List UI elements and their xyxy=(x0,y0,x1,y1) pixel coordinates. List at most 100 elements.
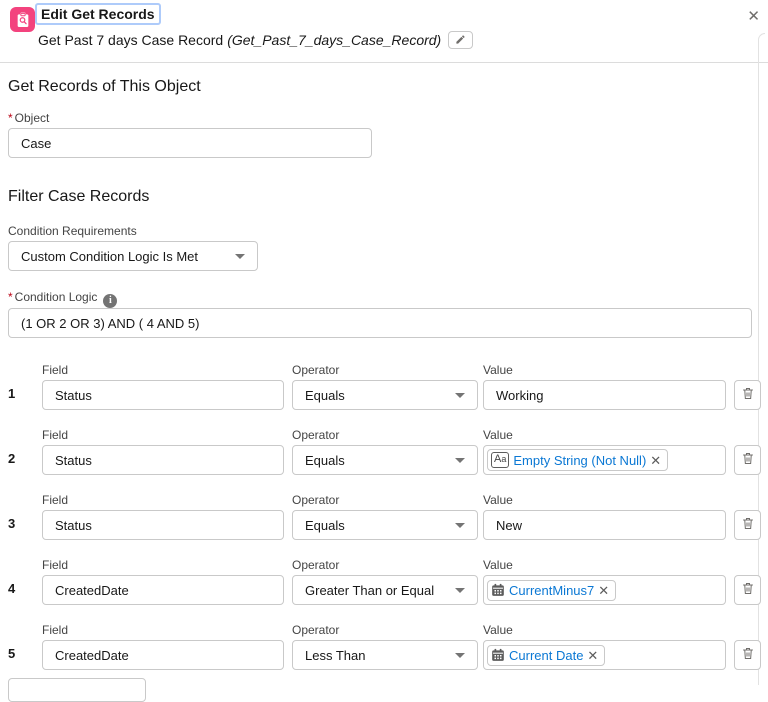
condition-logic-label: * Condition Logic i xyxy=(8,290,118,308)
condition-requirements-value: Custom Condition Logic Is Met xyxy=(21,248,199,264)
value-label: Value xyxy=(483,428,513,442)
condition-row: 5 Field CreatedDate Operator Less Than V… xyxy=(0,618,768,683)
value-text: Working xyxy=(496,387,544,403)
pill-label: CurrentMinus7 xyxy=(509,582,595,598)
field-label: Field xyxy=(42,493,69,507)
pill-label: Empty String (Not Null) xyxy=(513,452,647,468)
text-type-icon: Aa xyxy=(491,452,510,468)
field-input[interactable]: CreatedDate xyxy=(42,640,284,670)
operator-value: Equals xyxy=(305,387,345,403)
field-label: Field xyxy=(42,623,69,637)
value-input[interactable]: CurrentMinus7 ✕ xyxy=(483,575,726,605)
trash-icon xyxy=(742,387,754,403)
delete-condition-button[interactable] xyxy=(734,510,761,540)
required-asterisk: * xyxy=(8,290,13,304)
operator-value: Less Than xyxy=(305,647,366,663)
condition-row: 2 Field Status Operator Equals Value Aa E… xyxy=(0,423,768,488)
operator-label: Operator xyxy=(292,363,340,377)
value-input[interactable]: New xyxy=(483,510,726,540)
field-value: Status xyxy=(55,387,92,403)
field-value: CreatedDate xyxy=(55,647,129,663)
value-pill[interactable]: Current Date ✕ xyxy=(487,644,606,666)
value-input[interactable]: Aa Empty String (Not Null) ✕ xyxy=(483,445,726,475)
delete-condition-button[interactable] xyxy=(734,380,761,410)
remove-pill-icon[interactable]: ✕ xyxy=(650,454,661,467)
operator-value: Greater Than or Equal xyxy=(305,582,435,598)
value-input[interactable]: Current Date ✕ xyxy=(483,640,726,670)
pencil-icon xyxy=(455,33,466,48)
element-label: Get Past 7 days Case Record xyxy=(38,32,224,49)
field-input[interactable]: CreatedDate xyxy=(42,575,284,605)
delete-condition-button[interactable] xyxy=(734,445,761,475)
element-label-row: Get Past 7 days Case Record (Get_Past_7_… xyxy=(38,31,474,50)
pill-label: Current Date xyxy=(509,647,584,663)
info-icon[interactable]: i xyxy=(103,294,118,308)
field-value: Status xyxy=(55,517,92,533)
field-input[interactable]: Status xyxy=(42,510,284,540)
remove-pill-icon[interactable]: ✕ xyxy=(587,649,598,662)
operator-select[interactable]: Greater Than or Equal xyxy=(292,575,478,605)
trash-icon xyxy=(742,582,754,598)
remove-pill-icon[interactable]: ✕ xyxy=(598,584,609,597)
add-condition-button[interactable] xyxy=(8,678,146,702)
dialog-header: Edit Get Records Get Past 7 days Case Re… xyxy=(0,0,768,63)
condition-row: 1 Field Status Operator Equals Value Wor… xyxy=(0,358,768,423)
field-input[interactable]: Status xyxy=(42,445,284,475)
calendar-icon xyxy=(491,583,505,597)
operator-label: Operator xyxy=(292,493,340,507)
chevron-down-icon xyxy=(455,457,465,463)
operator-label: Operator xyxy=(292,558,340,572)
trash-icon xyxy=(742,517,754,533)
value-label: Value xyxy=(483,623,513,637)
chevron-down-icon xyxy=(455,522,465,528)
dialog-title: Edit Get Records xyxy=(35,3,161,25)
operator-value: Equals xyxy=(305,517,345,533)
operator-select[interactable]: Equals xyxy=(292,445,478,475)
field-label: Field xyxy=(42,558,69,572)
element-api-name: (Get_Past_7_days_Case_Record) xyxy=(227,32,442,49)
condition-row: 4 Field CreatedDate Operator Greater Tha… xyxy=(0,553,768,618)
edit-label-button[interactable] xyxy=(448,31,474,50)
required-asterisk: * xyxy=(8,111,13,125)
condition-row-number: 3 xyxy=(8,516,16,531)
value-input[interactable]: Working xyxy=(483,380,726,410)
value-label: Value xyxy=(483,363,513,377)
field-label: Field xyxy=(42,363,69,377)
field-label: Field xyxy=(42,428,69,442)
value-pill[interactable]: Aa Empty String (Not Null) ✕ xyxy=(487,449,669,471)
operator-label: Operator xyxy=(292,623,340,637)
value-pill[interactable]: CurrentMinus7 ✕ xyxy=(487,579,617,601)
value-label: Value xyxy=(483,558,513,572)
field-value: Status xyxy=(55,452,92,468)
value-label: Value xyxy=(483,493,513,507)
condition-row-number: 2 xyxy=(8,451,16,466)
calendar-icon xyxy=(491,648,505,662)
delete-condition-button[interactable] xyxy=(734,575,761,605)
trash-icon xyxy=(742,452,754,468)
condition-requirements-select[interactable]: Custom Condition Logic Is Met xyxy=(8,241,258,271)
object-label: * Object xyxy=(8,111,50,125)
field-input[interactable]: Status xyxy=(42,380,284,410)
operator-value: Equals xyxy=(305,452,345,468)
chevron-down-icon xyxy=(235,253,245,259)
chevron-down-icon xyxy=(455,392,465,398)
condition-row: 3 Field Status Operator Equals Value New xyxy=(0,488,768,553)
condition-logic-value: (1 OR 2 OR 3) AND ( 4 AND 5) xyxy=(21,315,200,331)
condition-row-number: 4 xyxy=(8,581,16,596)
object-input[interactable]: Case xyxy=(8,128,372,158)
close-icon[interactable]: ✕ xyxy=(745,7,762,26)
operator-select[interactable]: Equals xyxy=(292,380,478,410)
filter-section-heading: Filter Case Records xyxy=(8,188,150,205)
trash-icon xyxy=(742,647,754,663)
condition-logic-input[interactable]: (1 OR 2 OR 3) AND ( 4 AND 5) xyxy=(8,308,752,338)
operator-select[interactable]: Less Than xyxy=(292,640,478,670)
get-records-icon xyxy=(10,7,35,32)
object-section-heading: Get Records of This Object xyxy=(8,78,201,95)
condition-requirements-label: Condition Requirements xyxy=(8,224,137,238)
chevron-down-icon xyxy=(455,587,465,593)
object-value: Case xyxy=(21,135,52,151)
value-text: New xyxy=(496,517,523,533)
delete-condition-button[interactable] xyxy=(734,640,761,670)
operator-select[interactable]: Equals xyxy=(292,510,478,540)
chevron-down-icon xyxy=(455,652,465,658)
